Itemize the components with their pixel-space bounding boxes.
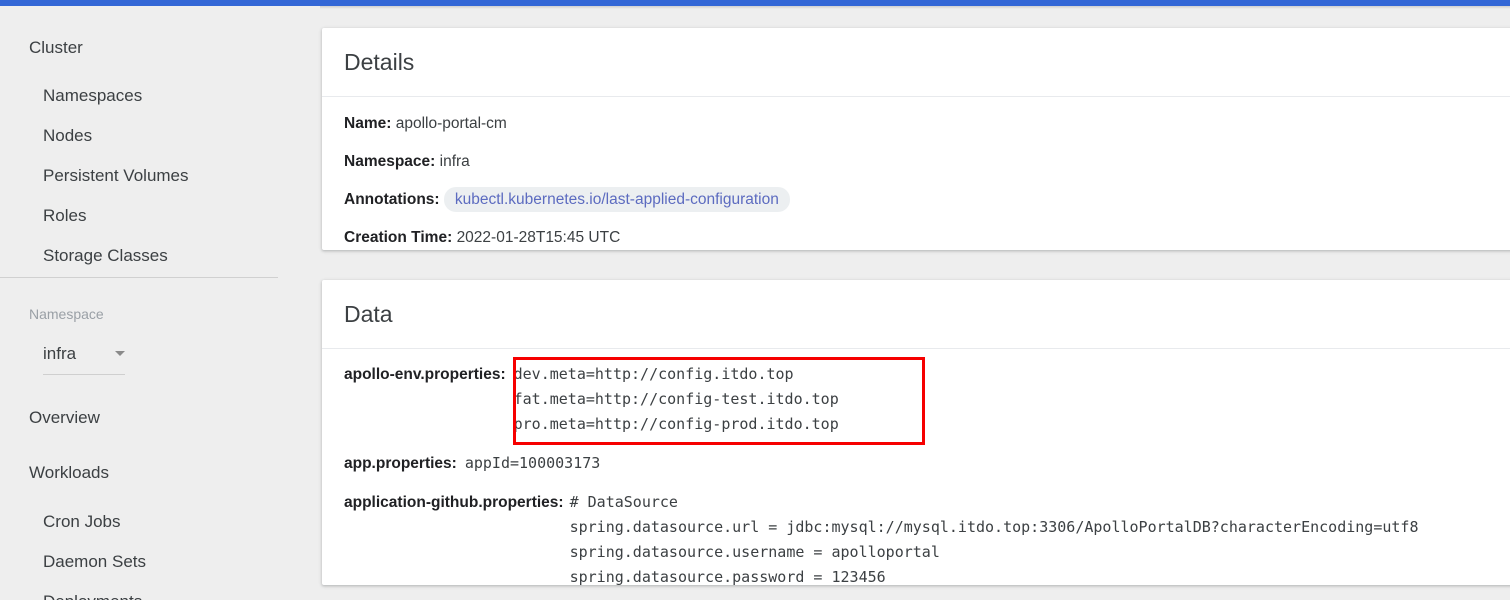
detail-value-name: apollo-portal-cm [395, 115, 507, 132]
detail-value-namespace: infra [439, 153, 470, 170]
sidebar-heading-workloads: Workloads [29, 463, 109, 482]
sidebar-divider [0, 277, 278, 278]
details-card-body: Name: apollo-portal-cm Namespace: infra … [322, 97, 1510, 250]
detail-key-namespace: Namespace: [344, 153, 436, 170]
data-entry-value: appId=100003173 [464, 454, 601, 472]
detail-key-name: Name: [344, 115, 392, 132]
detail-row-creation-time: Creation Time: 2022-01-28T15:45 UTC [344, 219, 1500, 250]
annotation-chip[interactable]: kubectl.kubernetes.io/last-applied-confi… [443, 187, 790, 213]
sidebar-item-overview[interactable]: Overview [0, 408, 100, 428]
sidebar-heading-cluster: Cluster [29, 38, 83, 57]
detail-key-annotations: Annotations: [344, 191, 440, 208]
data-card-title: Data [344, 301, 393, 327]
data-card: Data apollo-env.properties: dev.meta=htt… [322, 280, 1510, 585]
namespace-selector-label: Namespace [29, 306, 104, 322]
data-entry-value: # DataSource spring.datasource.url = jdb… [569, 493, 1419, 585]
sidebar-item-persistent-volumes[interactable]: Persistent Volumes [0, 166, 189, 186]
data-entry-key: app.properties: [344, 455, 457, 472]
detail-row-name: Name: apollo-portal-cm [344, 105, 1500, 143]
detail-row-annotations: Annotations: kubectl.kubernetes.io/last-… [344, 181, 1500, 219]
namespace-selected-value: infra [43, 344, 77, 363]
namespace-selector-underline [43, 374, 125, 375]
data-card-body: apollo-env.properties: dev.meta=http://c… [322, 349, 1510, 585]
detail-key-creation-time: Creation Time: [344, 229, 453, 246]
data-entry-value: dev.meta=http://config.itdo.top fat.meta… [513, 365, 839, 433]
sidebar-item-namespaces[interactable]: Namespaces [0, 86, 142, 106]
chevron-down-icon [115, 351, 125, 356]
details-card: Details Name: apollo-portal-cm Namespace… [322, 28, 1510, 250]
data-entry-application-github-properties: application-github.properties: # DataSou… [344, 490, 1500, 585]
sidebar-item-cron-jobs[interactable]: Cron Jobs [0, 512, 120, 532]
data-entry-app-properties: app.properties: appId=100003173 [344, 451, 1500, 476]
kubernetes-dashboard-configmap-page: Cluster Namespaces Nodes Persistent Volu… [0, 0, 1510, 600]
sidebar-navigation: Cluster Namespaces Nodes Persistent Volu… [0, 6, 320, 600]
detail-row-namespace: Namespace: infra [344, 143, 1500, 181]
data-entry-key: apollo-env.properties: [344, 366, 506, 383]
sidebar-item-nodes[interactable]: Nodes [0, 126, 92, 146]
data-entry-apollo-env-properties: apollo-env.properties: dev.meta=http://c… [344, 362, 1500, 437]
sidebar-item-storage-classes[interactable]: Storage Classes [0, 246, 168, 266]
sidebar-item-deployments[interactable]: Deployments [0, 592, 142, 600]
data-entry-key: application-github.properties: [344, 494, 564, 511]
namespace-selector[interactable]: infra [43, 344, 125, 364]
sidebar-item-daemon-sets[interactable]: Daemon Sets [0, 552, 146, 572]
sidebar-item-roles[interactable]: Roles [0, 206, 86, 226]
detail-value-creation-time: 2022-01-28T15:45 UTC [456, 229, 621, 246]
details-card-title: Details [344, 49, 415, 75]
